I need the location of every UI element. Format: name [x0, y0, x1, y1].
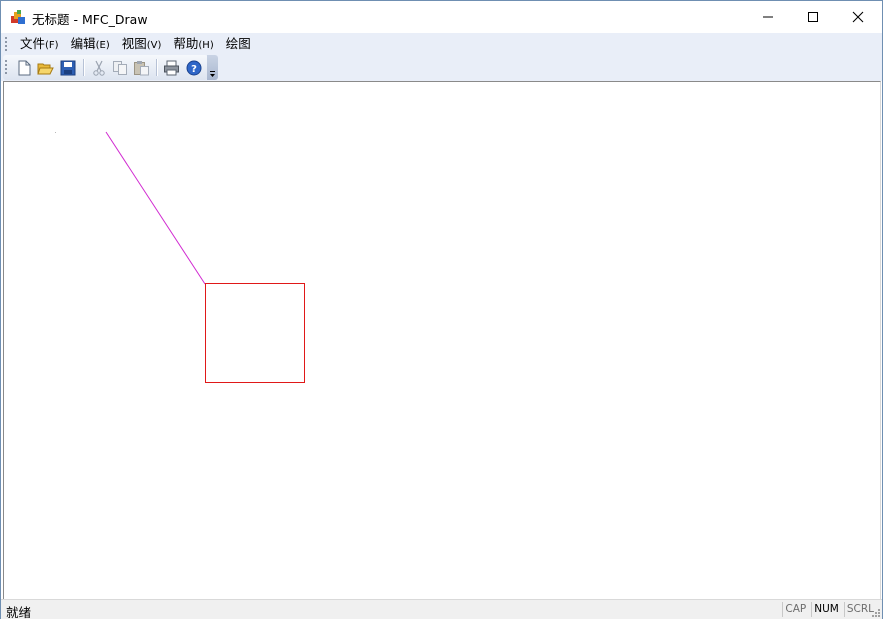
close-button[interactable]: [835, 1, 881, 33]
toolbar: ?: [1, 54, 882, 81]
drawing-surface[interactable]: [4, 82, 880, 599]
toolbar-overflow-button[interactable]: [207, 55, 218, 80]
menu-bar: 文件(F) 编辑(E) 视图(V) 帮助(H) 绘图: [1, 33, 882, 54]
drawn-line: [105, 131, 206, 285]
app-window: 无标题 - MFC_Draw 文件(F) 编辑(E) 视图(V) 帮助(H) 绘…: [0, 0, 883, 620]
save-button[interactable]: [59, 59, 76, 76]
drawn-rectangle: [205, 283, 305, 383]
menu-edit[interactable]: 编辑(E): [65, 33, 116, 54]
menu-file[interactable]: 文件(F): [14, 33, 65, 54]
new-button[interactable]: [16, 59, 33, 76]
status-text: 就绪: [6, 605, 32, 620]
print-icon: [164, 60, 179, 75]
cut-button[interactable]: [90, 59, 107, 76]
mfc-app-icon[interactable]: [10, 9, 27, 26]
svg-text:?: ?: [191, 64, 197, 75]
minimize-button[interactable]: [745, 1, 791, 33]
minimize-icon: [763, 16, 773, 18]
toolbar-separator: [83, 59, 85, 76]
title-bar[interactable]: 无标题 - MFC_Draw: [1, 1, 882, 33]
window-title: 无标题 - MFC_Draw: [32, 12, 148, 27]
chevron-down-icon: [210, 71, 215, 77]
save-icon: [60, 60, 75, 75]
status-indicators: CAP NUM SCRL: [779, 602, 876, 617]
num-indicator: NUM: [811, 602, 841, 617]
size-grip-icon[interactable]: [871, 608, 881, 618]
menu-help[interactable]: 帮助(H): [167, 33, 219, 54]
copy-icon: [112, 60, 127, 75]
toolbar-grip[interactable]: [5, 59, 7, 75]
print-button[interactable]: [163, 59, 180, 76]
open-icon: [37, 63, 54, 74]
paste-icon: [134, 60, 149, 75]
menubar-grip[interactable]: [5, 36, 7, 51]
maximize-icon: [808, 12, 818, 22]
menu-draw[interactable]: 绘图: [220, 33, 257, 54]
menu-view[interactable]: 视图(V): [116, 33, 168, 54]
cap-indicator: CAP: [782, 602, 808, 617]
drawing-canvas[interactable]: [3, 81, 881, 600]
open-button[interactable]: [37, 59, 54, 76]
help-button[interactable]: ?: [185, 59, 202, 76]
paste-button[interactable]: [133, 59, 150, 76]
close-icon: [852, 11, 864, 23]
stray-pixel: [55, 132, 56, 133]
maximize-button[interactable]: [790, 1, 836, 33]
help-icon: ?: [186, 60, 201, 75]
copy-button[interactable]: [111, 59, 128, 76]
status-bar: 就绪 CAP NUM SCRL: [1, 599, 882, 620]
new-icon: [18, 60, 31, 75]
cut-icon: [92, 60, 105, 76]
toolbar-separator: [156, 59, 158, 76]
